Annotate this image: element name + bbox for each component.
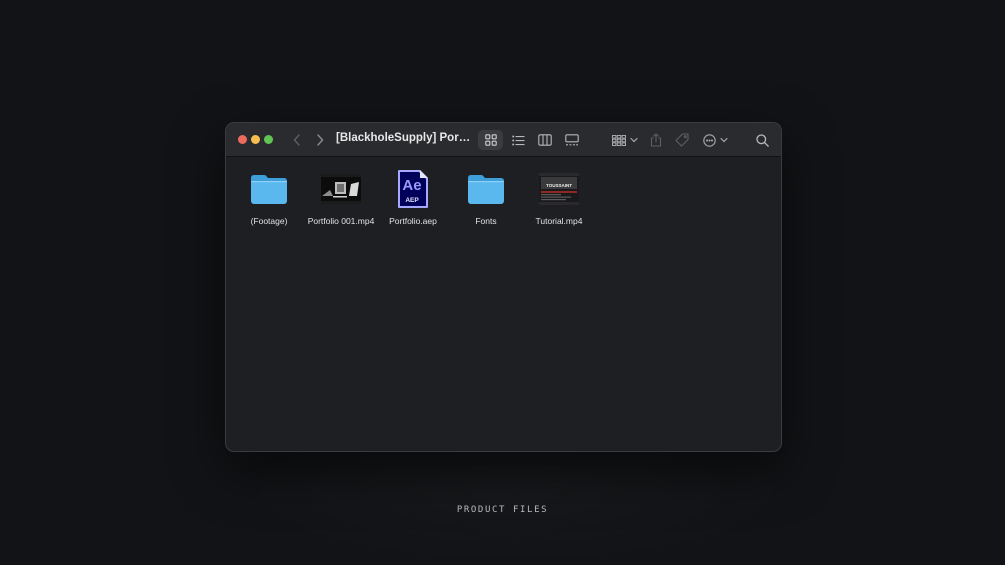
- close-button[interactable]: [238, 135, 247, 144]
- column-view-icon: [538, 134, 552, 146]
- chevron-left-icon: [293, 134, 300, 146]
- tag-icon: [675, 133, 689, 147]
- background-glow: [230, 440, 800, 565]
- file-grid: (Footage) Portfolio 001.mp4 Ae AEP Portf…: [226, 157, 781, 451]
- more-actions-button[interactable]: [702, 130, 728, 150]
- more-actions-icon: [702, 133, 716, 147]
- icon-view-button[interactable]: [478, 130, 503, 150]
- folder-icon: [249, 169, 289, 209]
- file-name: Portfolio.aep: [389, 216, 437, 226]
- chevron-down-icon: [630, 137, 638, 143]
- gallery-view-button[interactable]: [560, 130, 584, 150]
- share-icon: [650, 133, 662, 147]
- zoom-button[interactable]: [264, 135, 273, 144]
- window-title: [BlackholeSupply] Portfolio...: [336, 132, 471, 144]
- video-thumbnail: TOUSSAINT: [539, 169, 579, 209]
- file-item-portfolio-mp4[interactable]: Portfolio 001.mp4: [303, 169, 379, 226]
- list-view-button[interactable]: [506, 130, 530, 150]
- svg-text:Ae: Ae: [402, 177, 421, 194]
- finder-window: [BlackholeSupply] Portfolio...: [225, 122, 782, 452]
- file-name: (Footage): [250, 216, 288, 226]
- after-effects-icon: Ae AEP: [396, 169, 430, 209]
- file-item-tutorial-mp4[interactable]: TOUSSAINT Tutorial.mp4: [521, 169, 597, 226]
- file-item-portfolio-aep[interactable]: Ae AEP Portfolio.aep: [375, 169, 451, 226]
- share-button[interactable]: [647, 130, 665, 150]
- list-view-icon: [511, 135, 524, 145]
- tag-button[interactable]: [673, 130, 691, 150]
- file-item-footage[interactable]: (Footage): [231, 169, 307, 226]
- search-button[interactable]: [754, 130, 770, 150]
- toolbar: [BlackholeSupply] Portfolio...: [226, 123, 781, 157]
- forward-button[interactable]: [313, 130, 327, 150]
- minimize-button[interactable]: [251, 135, 260, 144]
- video-thumbnail: [321, 169, 361, 209]
- chevron-right-icon: [317, 134, 324, 146]
- file-name: Portfolio 001.mp4: [307, 216, 375, 226]
- icon-view-icon: [484, 134, 497, 146]
- svg-text:TOUSSAINT: TOUSSAINT: [546, 183, 572, 188]
- product-files-caption: PRODUCT FILES: [456, 505, 549, 515]
- svg-text:AEP: AEP: [405, 197, 419, 204]
- file-name: Fonts: [475, 216, 497, 226]
- file-item-fonts[interactable]: Fonts: [448, 169, 524, 226]
- group-by-icon: [612, 134, 626, 146]
- search-icon: [755, 133, 769, 147]
- column-view-button[interactable]: [533, 130, 557, 150]
- folder-icon: [466, 169, 506, 209]
- file-name: Tutorial.mp4: [535, 216, 583, 226]
- gallery-view-icon: [565, 134, 579, 146]
- chevron-down-icon: [719, 137, 728, 143]
- back-button[interactable]: [290, 130, 304, 150]
- group-by-button[interactable]: [611, 130, 639, 150]
